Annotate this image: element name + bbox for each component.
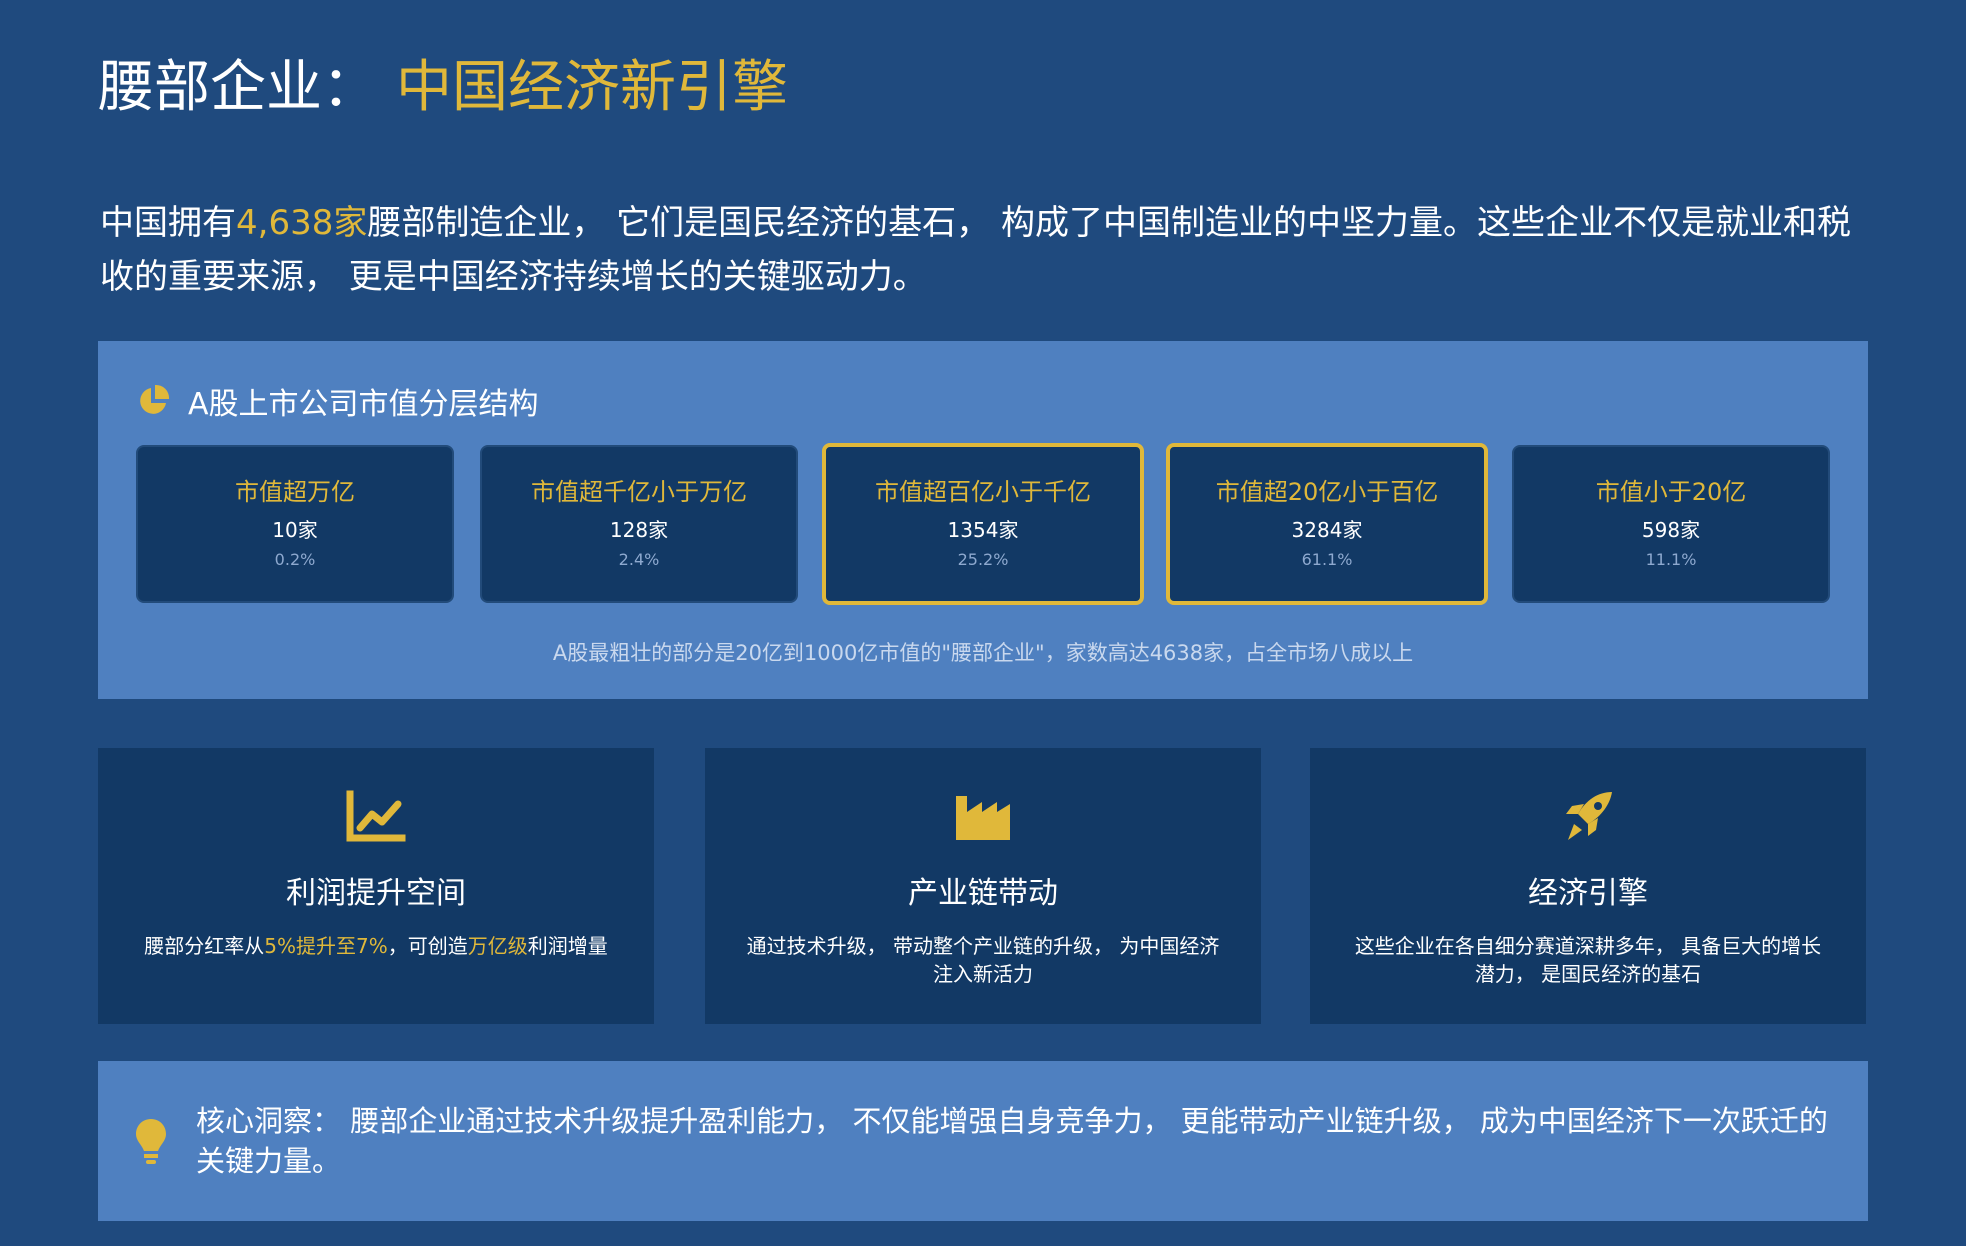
tier-percent: 2.4% — [618, 550, 660, 569]
panel-header: A股上市公司市值分层结构 — [136, 381, 539, 422]
page-title: 腰部企业： 中国经济新引擎 — [98, 50, 788, 126]
tier-percent: 25.2% — [957, 550, 1009, 569]
panel-heading: A股上市公司市值分层结构 — [188, 387, 539, 422]
feature-desc: 腰部分红率从5%提升至7%，可创造万亿级利润增量 — [138, 932, 614, 960]
tier-label: 市值超20亿小于百亿 — [1215, 478, 1439, 506]
insight-panel: 核心洞察： 腰部企业通过技术升级提升盈利能力， 不仅能增强自身竞争力， 更能带动… — [98, 1061, 1868, 1221]
desc-text: ，可创造 — [387, 934, 468, 958]
feature-title: 利润提升空间 — [286, 876, 466, 911]
feature-card-industry-chain: 产业链带动 通过技术升级， 带动整个产业链的升级， 为中国经济注入新活力 — [705, 748, 1261, 1024]
tier-label: 市值超百亿小于千亿 — [875, 478, 1091, 506]
tier-card-two-billion: 市值超20亿小于百亿 3284家 61.1% — [1166, 443, 1488, 605]
desc-highlight: 5%提升至7% — [264, 934, 388, 958]
tier-count: 3284家 — [1291, 518, 1363, 542]
pie-chart-icon — [140, 384, 170, 414]
tier-card-ten-billion: 市值超百亿小于千亿 1354家 25.2% — [822, 443, 1144, 605]
desc-text: 利润增量 — [527, 934, 608, 958]
feature-card-profit: 利润提升空间 腰部分红率从5%提升至7%，可创造万亿级利润增量 — [98, 748, 654, 1024]
tier-label: 市值超万亿 — [235, 478, 355, 506]
page: 腰部企业： 中国经济新引擎 中国拥有4,638家腰部制造企业， 它们是国民经济的基… — [0, 0, 1966, 1246]
intro-highlight: 4,638家 — [236, 203, 368, 243]
feature-desc: 通过技术升级， 带动整个产业链的升级， 为中国经济注入新活力 — [746, 934, 1220, 986]
desc-highlight: 万亿级 — [467, 934, 528, 958]
title-accent: 中国经济新引擎 — [396, 55, 788, 120]
tier-percent: 0.2% — [274, 550, 316, 569]
tier-card-trillion: 市值超万亿 10家 0.2% — [136, 445, 454, 603]
tier-label: 市值超千亿小于万亿 — [531, 478, 747, 506]
tier-label: 市值小于20亿 — [1595, 478, 1747, 506]
panel-note: A股最粗壮的部分是20亿到1000亿市值的"腰部企业"，家数高达4638家，占全… — [552, 641, 1414, 665]
market-cap-tier-panel: A股上市公司市值分层结构 市值超万亿 10家 0.2% 市值超千亿小于万亿 12… — [98, 341, 1868, 699]
factory-icon — [956, 796, 1010, 840]
insight-text: 核心洞察： 腰部企业通过技术升级提升盈利能力， 不仅能增强自身竞争力， 更能带动… — [196, 1104, 1828, 1178]
tier-count: 128家 — [609, 518, 669, 542]
tier-count: 10家 — [272, 518, 318, 542]
feature-card-economic-engine: 经济引擎 这些企业在各自细分赛道深耕多年， 具备巨大的增长潜力， 是国民经济的基… — [1310, 748, 1866, 1024]
title-main: 腰部企业： — [98, 55, 378, 120]
tier-count: 1354家 — [947, 518, 1019, 542]
line-chart-icon — [346, 790, 406, 842]
intro-paragraph: 中国拥有4,638家腰部制造企业， 它们是国民经济的基石， 构成了中国制造业的中… — [100, 196, 1880, 304]
tier-count: 598家 — [1641, 518, 1701, 542]
feature-desc: 这些企业在各自细分赛道深耕多年， 具备巨大的增长潜力， 是国民经济的基石 — [1354, 934, 1822, 986]
lightbulb-icon — [136, 1119, 166, 1164]
feature-title: 产业链带动 — [908, 876, 1058, 911]
rocket-icon — [1566, 792, 1612, 840]
desc-text: 腰部分红率从 — [144, 934, 265, 958]
feature-title: 经济引擎 — [1528, 876, 1648, 911]
tier-percent: 61.1% — [1301, 550, 1353, 569]
tier-card-hundred-billion: 市值超千亿小于万亿 128家 2.4% — [480, 445, 798, 603]
tier-percent: 11.1% — [1645, 550, 1697, 569]
intro-prefix: 中国拥有 — [100, 203, 236, 243]
tier-card-small-cap: 市值小于20亿 598家 11.1% — [1512, 445, 1830, 603]
